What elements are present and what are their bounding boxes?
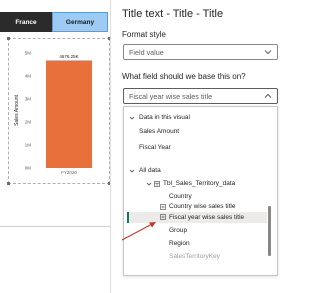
group-data-in-visual[interactable]: Data in this visual (139, 113, 190, 123)
y-tick-label: 3M (25, 97, 32, 102)
chart-bar (45, 60, 93, 169)
base-field-select[interactable]: Fiscal year wise sales title (123, 88, 278, 104)
format-pane: Title text - Title - Title Format style … (111, 0, 300, 293)
data-label: 4676.25K (59, 54, 78, 59)
format-style-select[interactable]: Field value (123, 44, 278, 60)
format-style-value: Field value (129, 48, 164, 57)
base-field-label: What field should we base this on? (122, 72, 246, 81)
slicer-item-france[interactable]: France (0, 12, 52, 32)
base-field-value: Fiscal year wise sales title (129, 92, 213, 101)
table-node-tbl-sales-territory[interactable]: Tbl_Sales_Territory_data (163, 179, 235, 189)
chevron-up-icon (264, 93, 272, 98)
calculated-field-icon (160, 214, 166, 220)
canvas-divider (0, 226, 110, 227)
calculated-field-icon (160, 204, 166, 210)
report-canvas: France Germany 0M 1M 2M 3M 4M 5M Sales Amount 4… (0, 0, 111, 293)
list-item-sales-territory-key[interactable]: SalesTerritoryKey (169, 252, 220, 262)
bar-chart-visual[interactable]: 0M 1M 2M 3M 4M 5M Sales Amount 4676.25K FY2020 (7, 37, 111, 185)
list-item-country-wise-sales-title[interactable]: Country wise sales title (169, 202, 235, 212)
y-tick-label: 2M (25, 120, 32, 125)
dropdown-scrollbar[interactable] (268, 206, 271, 256)
list-item-region[interactable]: Region (169, 239, 190, 249)
list-item-sales-amount[interactable]: Sales Amount (139, 127, 179, 137)
chart-plot: 0M 1M 2M 3M 4M 5M Sales Amount 4676.25K FY2020 (14, 51, 93, 175)
country-slicer: France Germany (0, 12, 110, 32)
selected-row-accent (127, 212, 129, 223)
list-item-group[interactable]: Group (169, 226, 187, 236)
caret-down-icon[interactable] (129, 115, 135, 121)
list-item-fiscal-year[interactable]: Fiscal Year (139, 143, 171, 153)
y-tick-label: 0M (25, 166, 32, 171)
list-item-fiscal-year-wise-sales-title[interactable]: Fiscal year wise sales title (169, 213, 244, 223)
caret-down-icon[interactable] (146, 181, 152, 187)
field-dropdown-list: Data in this visual Sales Amount Fiscal … (123, 106, 278, 276)
format-style-label: Format style (122, 30, 167, 39)
pane-title: Title text - Title - Title (122, 8, 224, 20)
slicer-item-germany[interactable]: Germany (52, 12, 108, 32)
y-tick-label: 1M (25, 143, 32, 148)
x-tick-label: FY2020 (61, 170, 77, 175)
y-tick-label: 5M (25, 51, 32, 56)
table-icon (154, 181, 160, 187)
y-tick-label: 4M (25, 74, 32, 79)
y-axis-title: Sales Amount (14, 94, 20, 125)
list-item-country[interactable]: Country (169, 192, 192, 202)
chevron-down-icon (264, 50, 272, 55)
group-all-data[interactable]: All data (139, 166, 161, 176)
caret-down-icon[interactable] (129, 168, 135, 174)
